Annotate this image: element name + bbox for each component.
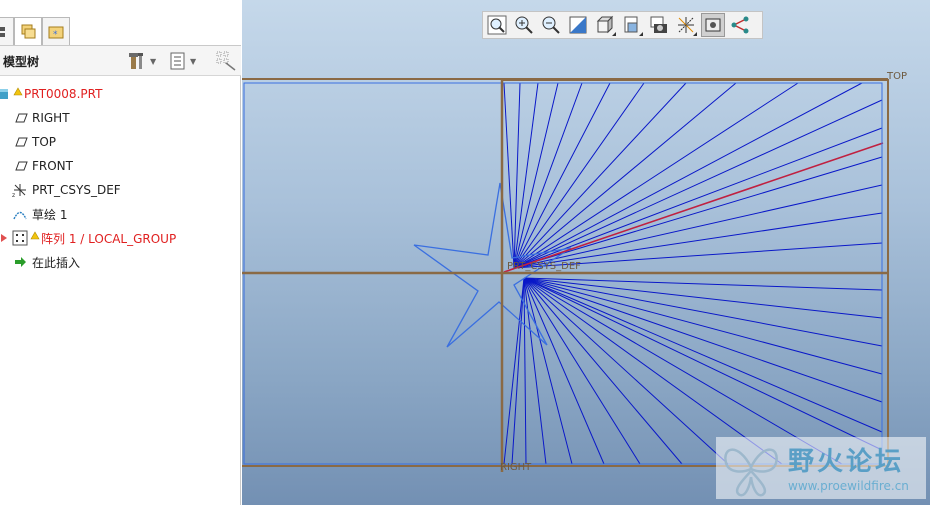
view-toolbar — [482, 11, 763, 39]
zoom-fit-icon — [487, 15, 507, 35]
tree-item-label: PRT_CSYS_DEF — [32, 183, 121, 197]
sketch-icon — [12, 206, 28, 222]
tree-item-sketch[interactable]: 草绘 1 — [0, 202, 241, 226]
butterfly-logo-icon — [724, 448, 778, 497]
star-folder-icon: * — [48, 26, 64, 40]
sketch-line — [523, 277, 547, 465]
watermark: 野火论坛 www.proewildfire.cn — [716, 437, 926, 499]
sketch-line — [523, 277, 729, 465]
watermark-url: www.proewildfire.cn — [788, 479, 909, 493]
model-tree-panel: * 模型树 ▼ ▼ PRT0008.PRT RIGHT TOP FRONT z … — [0, 0, 241, 505]
tree-item-csys[interactable]: z PRT_CSYS_DEF — [0, 178, 241, 202]
svg-text:*: * — [53, 30, 58, 40]
tree-item-front[interactable]: FRONT — [0, 154, 241, 178]
annotation-icon — [705, 18, 721, 32]
tree-item-right[interactable]: RIGHT — [0, 106, 241, 130]
list-icon — [170, 52, 185, 70]
sketch-line — [513, 82, 521, 269]
sketch-line — [523, 277, 883, 403]
plane-label-csys: PRT_CSYS_DEF — [507, 261, 581, 272]
folder-browser-tab[interactable] — [14, 17, 42, 45]
sketch-line — [513, 82, 539, 269]
tree-item-part[interactable]: PRT0008.PRT — [0, 82, 241, 106]
settings-button[interactable]: ▼ — [128, 51, 156, 71]
tree-item-label: 阵列 1 / LOCAL_GROUP — [41, 231, 177, 246]
model-canvas[interactable]: TOP PRT_CSYS_DEF RIGHT — [242, 0, 930, 505]
tree-item-label: FRONT — [32, 159, 73, 173]
favorites-tab[interactable]: * — [42, 17, 70, 45]
model-tree: PRT0008.PRT RIGHT TOP FRONT z PRT_CSYS_D… — [0, 82, 241, 274]
tree-item-label: RIGHT — [32, 111, 70, 125]
sketch-line — [513, 156, 883, 269]
tree-title: 模型树 — [3, 55, 40, 69]
sketch-line — [523, 277, 605, 465]
tree-item-label: PRT0008.PRT — [24, 87, 103, 101]
expand-arrow-icon[interactable] — [0, 230, 9, 246]
pattern-icon — [12, 230, 28, 246]
repaint-icon — [569, 16, 587, 34]
filter-grid-icon — [216, 51, 236, 71]
dropdown-indicator — [639, 32, 643, 36]
sketch-line — [513, 212, 883, 269]
zoom-out-button[interactable] — [539, 13, 563, 37]
folder-stack-icon — [21, 24, 36, 38]
refit-button[interactable] — [485, 13, 509, 37]
saved-views-button[interactable] — [620, 13, 644, 37]
datum-plane-icon — [12, 158, 28, 174]
warning-icon — [30, 230, 40, 246]
sketch-line — [513, 82, 559, 269]
camera-icon — [650, 16, 667, 33]
repaint-button[interactable] — [566, 13, 590, 37]
datum-plane-icon — [12, 134, 28, 150]
tree-item-label: TOP — [32, 135, 57, 149]
tree-item-insert-here[interactable]: 在此插入 — [0, 250, 241, 274]
part-icon — [0, 86, 9, 102]
tree-item-top[interactable]: TOP — [0, 130, 241, 154]
zoom-in-button[interactable] — [512, 13, 536, 37]
sketch-line — [523, 277, 883, 375]
zoom-out-icon — [542, 16, 560, 34]
tree-item-pattern[interactable]: 阵列 1 / LOCAL_GROUP — [0, 226, 241, 250]
sketch-line — [513, 82, 863, 269]
hammer-icon — [129, 53, 143, 69]
tree-icon — [0, 26, 5, 37]
dropdown-indicator — [612, 32, 616, 36]
highlight-line — [503, 142, 884, 273]
warning-icon — [13, 86, 23, 102]
sketch-line — [513, 82, 799, 269]
datum-plane-icon — [12, 110, 28, 126]
insert-arrow-icon — [12, 254, 28, 270]
plane-label-top: TOP — [886, 71, 907, 82]
chevron-down-icon: ▼ — [190, 56, 197, 66]
dropdown-indicator — [693, 32, 697, 36]
show-button[interactable]: ▼ — [170, 51, 196, 71]
graphics-window[interactable]: TOP PRT_CSYS_DEF RIGHT 野火论坛 www.proewild… — [242, 0, 930, 505]
sketch-line — [523, 277, 883, 433]
tree-item-label: 在此插入 — [32, 255, 81, 270]
navigator-tabs: * — [0, 0, 241, 46]
model-tree-tab[interactable] — [0, 17, 14, 45]
zoom-in-icon — [515, 16, 533, 34]
csys-icon: z — [12, 182, 28, 199]
annotation-display-button[interactable] — [701, 13, 725, 37]
watermark-title: 野火论坛 — [788, 447, 905, 477]
sketch-line — [513, 99, 883, 269]
view-manager-button[interactable] — [647, 13, 671, 37]
display-style-button[interactable] — [593, 13, 617, 37]
datum-display-button[interactable] — [674, 13, 698, 37]
filter-button[interactable] — [216, 51, 236, 71]
spin-center-icon — [731, 16, 749, 34]
tree-item-label: 草绘 1 — [32, 207, 68, 222]
tree-header: 模型树 ▼ ▼ — [0, 46, 241, 76]
spin-center-button[interactable] — [728, 13, 752, 37]
sketch-line — [513, 82, 687, 269]
chevron-down-icon: ▼ — [150, 56, 157, 66]
svg-text:z: z — [12, 192, 15, 198]
plane-label-right: RIGHT — [500, 462, 532, 473]
